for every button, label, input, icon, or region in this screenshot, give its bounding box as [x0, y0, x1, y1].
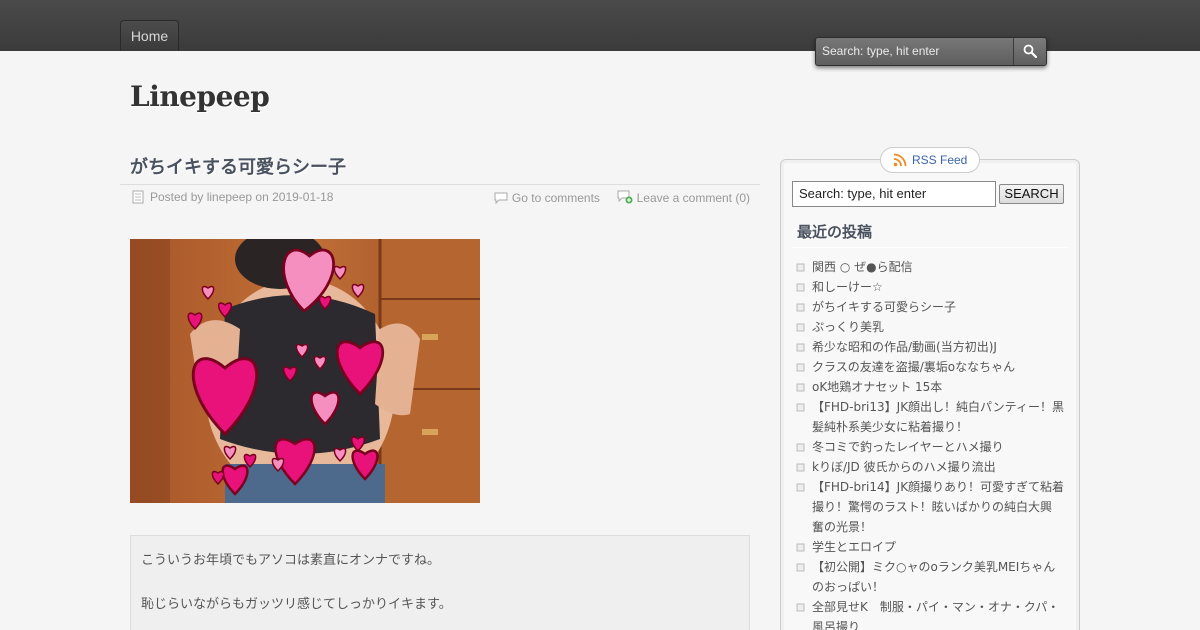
list-bullet-icon — [796, 383, 805, 392]
rss-feed-label: RSS Feed — [912, 153, 968, 167]
excerpt-line-1: こういうお年頃でもアソコは素直にオンナですね。 — [141, 553, 441, 568]
recent-post-title: 髪純朴系美少女に粘着撮り！ — [812, 420, 969, 434]
list-bullet-icon — [796, 563, 805, 572]
top-search-box: Search: type, hit enter — [815, 37, 1047, 66]
list-bullet-icon — [796, 303, 805, 312]
go-to-comments-link[interactable]: Go to comments — [512, 191, 600, 205]
rss-feed-link[interactable]: RSS Feed — [880, 147, 980, 173]
post-image-graphic — [130, 239, 480, 503]
recent-post-item[interactable]: 【初公開】ミク○ャのoランク美乳MEIちゃん のおっぱい！ — [796, 557, 1066, 597]
list-bullet-icon — [796, 483, 805, 492]
site-title[interactable]: Linepeep — [130, 80, 270, 113]
list-bullet-icon — [796, 463, 805, 472]
nav-home-tab[interactable]: Home — [120, 20, 179, 51]
list-bullet-icon — [796, 403, 805, 412]
list-bullet-icon — [796, 263, 805, 272]
recent-post-item[interactable]: 希少な昭和の作品/動画(当方初出)J — [796, 337, 1066, 357]
recent-post-item[interactable]: 学生とエロイプ — [796, 537, 1066, 557]
recent-post-title: kりぼ/JD 彼氏からのハメ撮り流出 — [812, 460, 996, 474]
recent-post-title: 和しーけー☆ — [812, 280, 883, 294]
recent-post-item[interactable]: クラスの友達を盗撮/裏垢oななちゃん — [796, 357, 1066, 377]
post-meta-text: Posted by linepeep on 2019-01-18 — [150, 190, 334, 204]
search-icon — [1023, 44, 1037, 58]
recent-post-item[interactable]: ぷっくり美乳 — [796, 317, 1066, 337]
recent-post-title: 【FHD-bri13】JK顔出し！純白パンティー！黒 — [812, 400, 1064, 414]
recent-posts-heading: 最近の投稿 — [797, 223, 873, 241]
top-search-button[interactable] — [1014, 38, 1046, 65]
recent-posts-list: 関西 ○ ぜ●ら配信 和しーけー☆ がちイキする可愛らシー子 ぷっくり美乳希少な昭和の… — [796, 257, 1066, 630]
recent-post-title: 学生とエロイプ — [812, 540, 897, 554]
recent-post-title: ぷっくり美乳 — [812, 320, 885, 334]
recent-post-item[interactable]: kりぼ/JD 彼氏からのハメ撮り流出 — [796, 457, 1066, 477]
list-bullet-icon — [796, 283, 805, 292]
recent-post-title: 【FHD-bri14】JK顔撮りあり！可愛すぎて粘着 — [812, 480, 1065, 494]
post-meta-bar: Posted by linepeep on 2019-01-18 Go to c… — [120, 184, 760, 208]
leave-comment-link[interactable]: Leave a comment (0) — [637, 191, 750, 205]
list-bullet-icon — [796, 603, 805, 612]
list-bullet-icon — [796, 343, 805, 352]
recent-post-title: 風呂撮り — [812, 620, 861, 630]
post-featured-image[interactable] — [130, 239, 480, 503]
list-bullet-icon — [796, 443, 805, 452]
excerpt-line-2: 恥じらいながらもガッツリ感じてしっかりイキます。 — [141, 597, 452, 612]
document-icon — [132, 190, 144, 204]
recent-post-title: 希少な昭和の作品/動画(当方初出)J — [812, 340, 997, 354]
recent-post-item[interactable]: 和しーけー☆ — [796, 277, 1066, 297]
recent-post-item[interactable]: 関西 ○ ぜ●ら配信 — [796, 257, 1066, 277]
post-title[interactable]: がちイキする可愛らシー子 — [130, 153, 346, 179]
recent-post-title: 冬コミで釣ったレイヤーとハメ撮り — [812, 440, 1004, 454]
recent-post-item[interactable]: 【FHD-bri14】JK顔撮りあり！可愛すぎて粘着 撮り！驚愕のラスト！眩いばか… — [796, 477, 1066, 537]
recent-post-item[interactable]: 【FHD-bri13】JK顔出し！純白パンティー！黒 髪純朴系美少女に粘着撮り！ — [796, 397, 1066, 437]
sidebar-search-input[interactable]: Search: type, hit enter — [792, 181, 996, 207]
recent-post-title: 奮の光景！ — [812, 520, 873, 534]
recent-post-title: 関西 ○ ぜ●ら配信 — [812, 260, 913, 274]
add-comment-icon — [617, 190, 633, 204]
recent-post-title: のおっぱい！ — [812, 580, 885, 594]
recent-post-item[interactable]: 全部見せK 制服・パイ・マン・オナ・クパ・風呂撮り — [796, 597, 1066, 630]
recent-post-title: クラスの友達を盗撮/裏垢oななちゃん — [812, 360, 1016, 374]
recent-post-title: oK地鶏オナセット 15本 — [812, 380, 943, 394]
recent-post-item[interactable]: oK地鶏オナセット 15本 — [796, 377, 1066, 397]
sidebar-search-button[interactable]: SEARCH — [999, 184, 1064, 204]
widget-divider — [792, 247, 1068, 248]
recent-post-title: がちイキする可愛らシー子 — [812, 300, 957, 314]
list-bullet-icon — [796, 323, 805, 332]
list-bullet-icon — [796, 543, 805, 552]
speech-bubble-icon — [494, 192, 508, 204]
recent-post-title: 撮り！驚愕のラスト！眩いばかりの純白大興 — [812, 500, 1053, 514]
recent-post-title: 全部見せK 制服・パイ・マン・オナ・クパ・ — [812, 600, 1060, 614]
list-bullet-icon — [796, 363, 805, 372]
recent-post-title: 【初公開】ミク○ャのoランク美乳MEIちゃん — [812, 560, 1056, 574]
top-search-input[interactable]: Search: type, hit enter — [816, 38, 1014, 65]
recent-post-item[interactable]: 冬コミで釣ったレイヤーとハメ撮り — [796, 437, 1066, 457]
post-excerpt: こういうお年頃でもアソコは素直にオンナですね。 恥じらいながらもガッツリ感じてし… — [130, 535, 750, 630]
rss-icon — [893, 153, 907, 167]
recent-post-item[interactable]: がちイキする可愛らシー子 — [796, 297, 1066, 317]
